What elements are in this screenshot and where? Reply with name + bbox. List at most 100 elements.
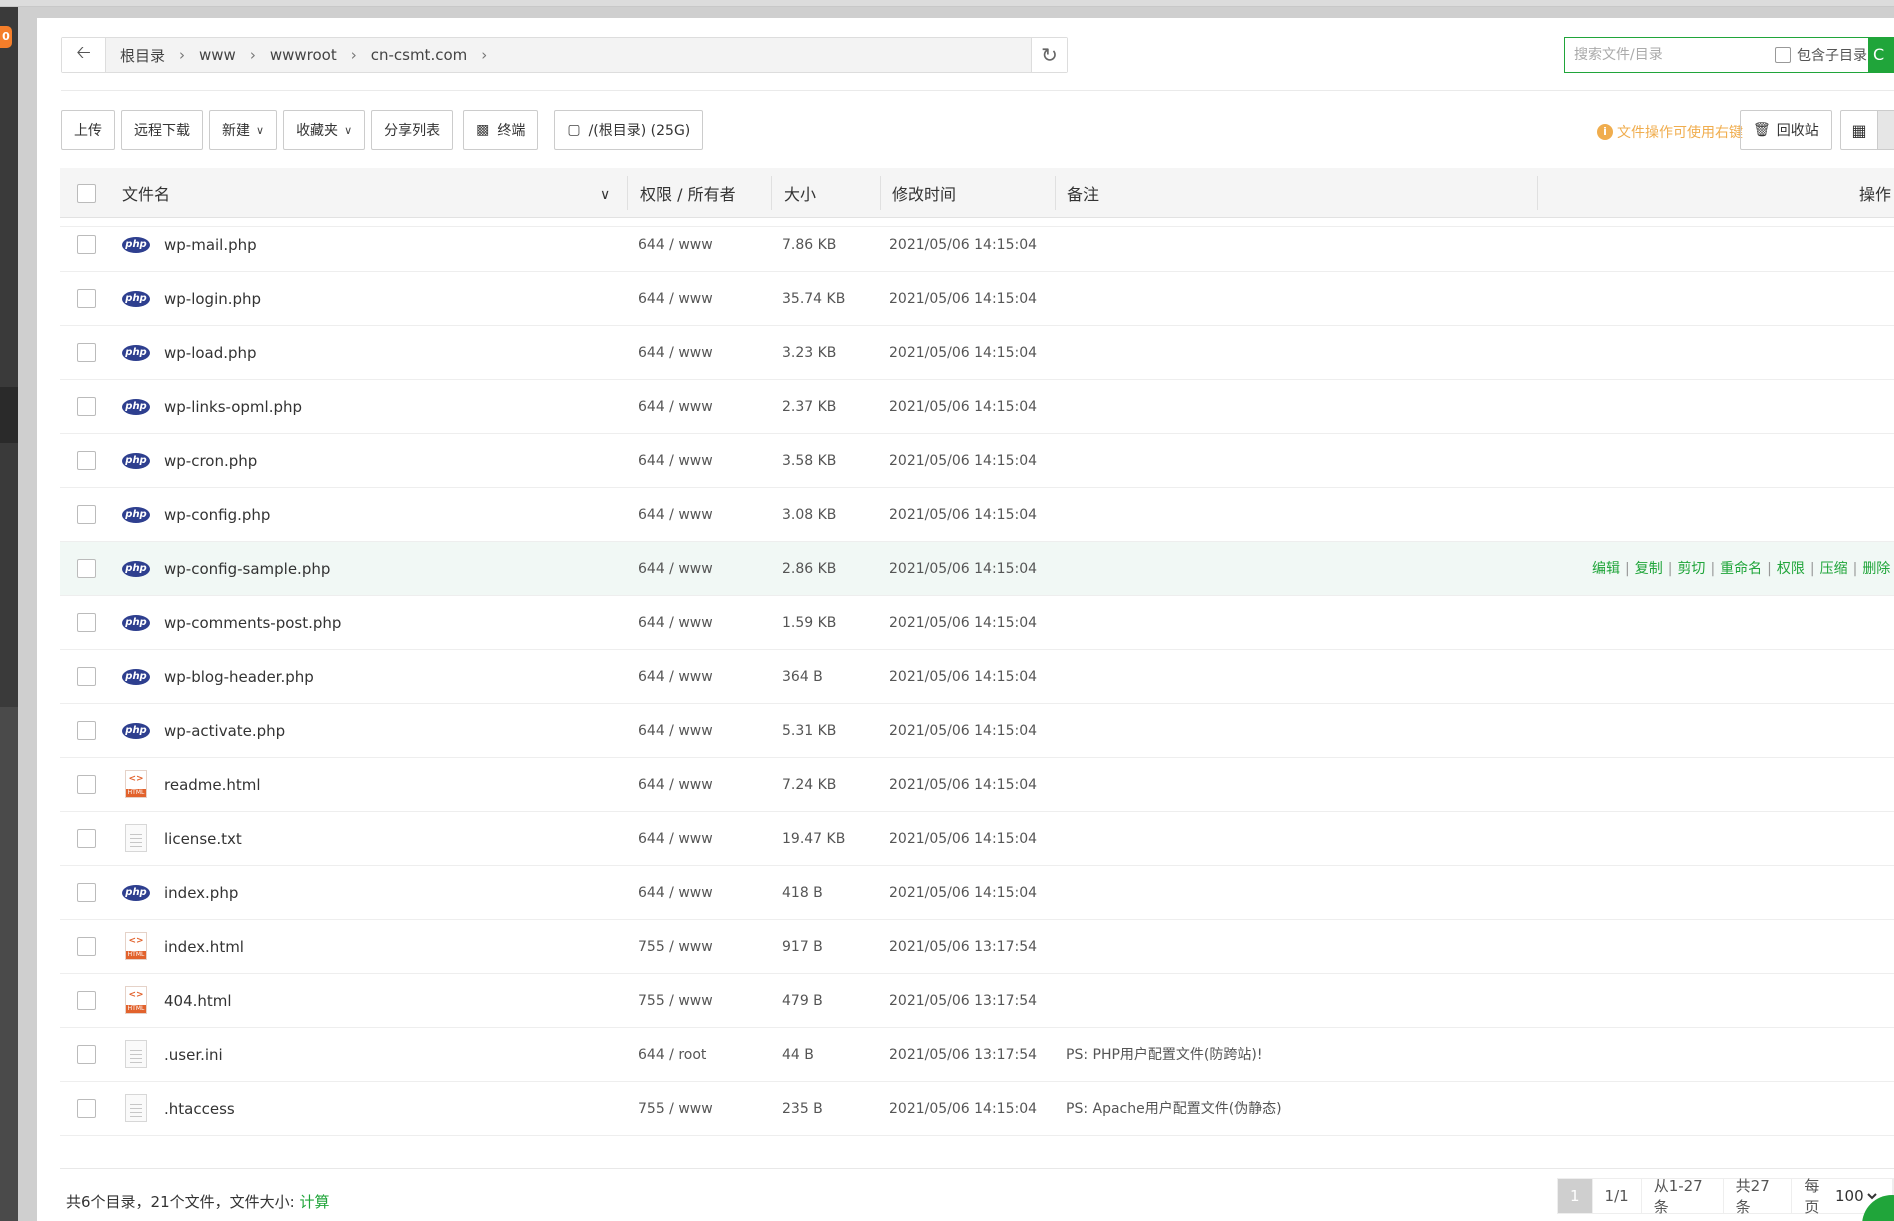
file-perm[interactable]: 644 / www [638,380,713,434]
list-view-button[interactable] [1877,110,1894,150]
file-perm[interactable]: 644 / www [638,866,713,920]
table-row[interactable]: php wp-comments-post.php 644 / www 1.59 KB 2… [60,596,1894,650]
row-action-link[interactable]: 复制 [1635,561,1663,577]
row-checkbox[interactable] [77,559,96,578]
row-action-link[interactable]: 删除 [1862,561,1890,577]
row-checkbox[interactable] [77,343,96,362]
table-row[interactable]: php wp-links-opml.php 644 / www 2.37 KB 2021… [60,380,1894,434]
table-row[interactable]: php wp-mail.php 644 / www 7.86 KB 2021/05/06… [60,218,1894,272]
file-name[interactable]: .htaccess [164,1082,235,1136]
search-input[interactable] [1565,39,1775,71]
row-action-link[interactable]: 重命名 [1720,561,1762,577]
file-perm[interactable]: 644 / www [638,758,713,812]
file-name[interactable]: wp-comments-post.php [164,596,341,650]
file-perm[interactable]: 644 / www [638,326,713,380]
table-row[interactable]: .user.ini 644 / root 44 B 2021/05/06 13:17:… [60,1028,1894,1082]
file-perm[interactable]: 644 / www [638,704,713,758]
file-name[interactable]: 404.html [164,974,232,1028]
file-perm[interactable]: 644 / root [638,1028,706,1082]
file-name[interactable]: wp-config-sample.php [164,542,330,596]
select-all-checkbox[interactable] [77,184,96,203]
row-checkbox[interactable] [77,397,96,416]
row-checkbox[interactable] [77,721,96,740]
back-button[interactable]: 🡠 [62,38,106,72]
row-action-link[interactable]: 编辑 [1592,561,1620,577]
page-current[interactable]: 1 [1558,1179,1593,1213]
file-name[interactable]: index.php [164,866,238,920]
table-row[interactable]: <> HTML index.html 755 / www 917 B 2021/05/06… [60,920,1894,974]
refresh-button[interactable]: ↻ [1031,38,1067,72]
table-row[interactable]: php index.php 644 / www 418 B 2021/05/06 14:… [60,866,1894,920]
file-perm[interactable]: 644 / www [638,488,713,542]
row-action-link[interactable]: 压缩 [1820,561,1848,577]
row-checkbox[interactable] [77,667,96,686]
row-action-link[interactable]: 剪切 [1677,561,1705,577]
file-name[interactable]: wp-links-opml.php [164,380,302,434]
table-row[interactable]: php wp-config.php 644 / www 3.08 KB 2021/05/… [60,488,1894,542]
file-perm[interactable]: 644 / www [638,650,713,704]
crumb-root[interactable]: 根目录 [114,45,171,66]
disk-button[interactable]: ▢ /(根目录) (25G) [554,110,704,150]
file-perm[interactable]: 755 / www [638,1082,713,1136]
calc-size-link[interactable]: 计算 [299,1193,329,1211]
row-checkbox[interactable] [77,289,96,308]
file-perm[interactable]: 644 / www [638,434,713,488]
table-row[interactable]: php wp-load.php 644 / www 3.23 KB 2021/05/06… [60,326,1894,380]
upload-button[interactable]: 上传 [61,110,115,150]
table-row[interactable]: php wp-cron.php 644 / www 3.58 KB 2021/05/06… [60,434,1894,488]
file-name[interactable]: wp-load.php [164,326,257,380]
file-perm[interactable]: 644 / www [638,272,713,326]
search-button[interactable]: C [1868,37,1894,73]
file-name[interactable]: wp-cron.php [164,434,257,488]
include-subdir-checkbox[interactable]: 包含子目录 [1775,45,1867,65]
favorites-button[interactable]: 收藏夹 ∨ [283,110,366,150]
col-mtime[interactable]: 修改时间 [892,168,956,218]
checkbox-box[interactable] [1775,47,1791,63]
file-name[interactable]: wp-activate.php [164,704,285,758]
file-name[interactable]: index.html [164,920,244,974]
share-list-button[interactable]: 分享列表 [371,110,454,150]
file-perm[interactable]: 644 / www [638,812,713,866]
file-name[interactable]: license.txt [164,812,242,866]
row-checkbox[interactable] [77,613,96,632]
table-row[interactable]: license.txt 644 / www 19.47 KB 2021/05/06 1… [60,812,1894,866]
file-note[interactable]: PS: Apache用户配置文件(伪静态) [1066,1082,1282,1136]
col-perm[interactable]: 权限 / 所有者 [640,168,736,218]
row-checkbox[interactable] [77,505,96,524]
crumb-wwwroot[interactable]: wwwroot [264,46,343,64]
table-row[interactable]: <> HTML readme.html 644 / www 7.24 KB 2021/05… [60,758,1894,812]
sort-chevron-icon[interactable]: ∨ [600,168,610,218]
file-perm[interactable]: 644 / www [638,596,713,650]
crumb-site[interactable]: cn-csmt.com [365,46,474,64]
file-name[interactable]: .user.ini [164,1028,223,1082]
recycle-bin-button[interactable]: 🗑 回收站 [1740,110,1832,150]
file-note[interactable]: PS: PHP用户配置文件(防跨站)! [1066,1028,1262,1082]
col-size[interactable]: 大小 [784,168,816,218]
row-checkbox[interactable] [77,1099,96,1118]
notification-badge[interactable]: 0 [0,26,12,48]
row-checkbox[interactable] [77,937,96,956]
file-name[interactable]: readme.html [164,758,261,812]
terminal-button[interactable]: ▩ 终端 [463,110,539,150]
grid-view-button[interactable]: ▦ [1840,110,1878,150]
file-perm[interactable]: 755 / www [638,920,713,974]
row-action-link[interactable]: 权限 [1777,561,1805,577]
table-row[interactable]: php wp-blog-header.php 644 / www 364 B 2021/… [60,650,1894,704]
new-button[interactable]: 新建 ∨ [209,110,278,150]
table-row[interactable]: php wp-login.php 644 / www 35.74 KB 2021/05/… [60,272,1894,326]
file-perm[interactable]: 644 / www [638,218,713,272]
file-name[interactable]: wp-login.php [164,272,261,326]
row-checkbox[interactable] [77,829,96,848]
table-row[interactable]: .htaccess 755 / www 235 B 2021/05/06 14:15:… [60,1082,1894,1136]
remote-download-button[interactable]: 远程下载 [121,110,203,150]
file-perm[interactable]: 644 / www [638,542,713,596]
row-checkbox[interactable] [77,883,96,902]
row-checkbox[interactable] [77,775,96,794]
table-row[interactable]: php wp-activate.php 644 / www 5.31 KB 2021/0… [60,704,1894,758]
file-name[interactable]: wp-blog-header.php [164,650,314,704]
row-checkbox[interactable] [77,1045,96,1064]
row-checkbox[interactable] [77,451,96,470]
row-checkbox[interactable] [77,991,96,1010]
col-name[interactable]: 文件名 [122,168,170,218]
table-row[interactable]: php wp-config-sample.php 644 / www 2.86 KB 2… [60,542,1894,596]
